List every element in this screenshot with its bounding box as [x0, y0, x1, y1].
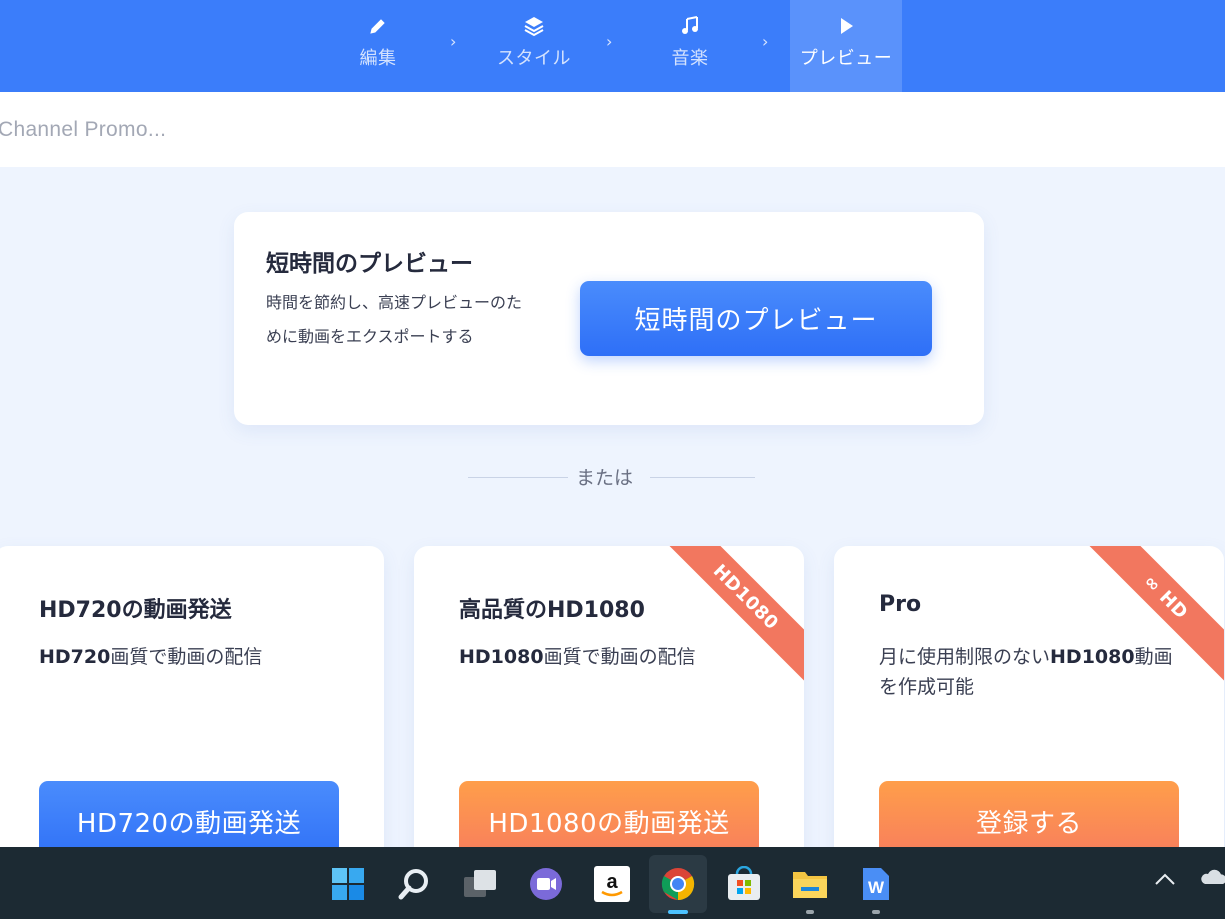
short-preview-description: 時間を節約し、高速プレビューのために動画をエクスポートする [266, 293, 523, 346]
microsoft-store-icon[interactable] [715, 855, 773, 913]
chevron-right-icon: › [762, 32, 769, 51]
chevron-up-icon[interactable] [1154, 867, 1176, 892]
project-title[interactable]: Channel Promo... [0, 118, 166, 142]
task-view-icon[interactable] [451, 855, 509, 913]
plan-title: HD720の動画発送 [39, 598, 232, 623]
plan-description: HD1080画質で動画の配信 [459, 646, 696, 668]
music-note-icon [679, 14, 701, 38]
step-label: スタイル [497, 48, 571, 69]
windows-start-icon[interactable] [319, 855, 377, 913]
step-label: 音楽 [671, 48, 709, 69]
short-preview-card: 短時間のプレビュー 時間を節約し、高速プレビューのために動画をエクスポートする … [234, 212, 984, 425]
chevron-right-icon: › [450, 32, 457, 51]
divider-line-right [650, 477, 755, 478]
step-edit[interactable]: 編集 [322, 0, 434, 92]
windows-taskbar: a W [0, 847, 1225, 919]
search-icon[interactable] [385, 855, 443, 913]
active-indicator [668, 910, 688, 914]
running-indicator [806, 910, 814, 914]
plan-title: Pro [879, 592, 922, 617]
layers-icon [523, 14, 545, 38]
or-divider-text: または [576, 467, 634, 489]
amazon-icon[interactable]: a [583, 855, 641, 913]
step-label: プレビュー [799, 48, 893, 69]
step-style[interactable]: スタイル [478, 0, 590, 92]
word-icon[interactable]: W [847, 855, 905, 914]
plan-card-pro: ∞ HD Pro 月に使用制限のないHD1080動画を作成可能 登録する [834, 546, 1224, 866]
teams-chat-icon[interactable] [517, 855, 575, 913]
step-music[interactable]: 音楽 [634, 0, 746, 92]
divider-line-left [468, 477, 568, 478]
step-preview[interactable]: プレビュー [790, 0, 902, 92]
step-label: 編集 [359, 48, 397, 69]
plan-card-hd720: HD720の動画発送 HD720画質で動画の配信 HD720の動画発送 [0, 546, 384, 866]
onedrive-cloud-icon[interactable] [1199, 867, 1225, 892]
chevron-right-icon: › [606, 32, 613, 51]
svg-text:a: a [606, 871, 618, 893]
short-preview-button[interactable]: 短時間のプレビュー [580, 281, 932, 356]
play-icon [836, 14, 856, 38]
plan-title: 高品質のHD1080 [459, 598, 645, 623]
short-preview-title: 短時間のプレビュー [266, 251, 473, 277]
step-navigation-bar: 編集 › スタイル › 音楽 › プレビュー [0, 0, 1225, 92]
pencil-icon [368, 14, 388, 38]
plan-description: HD720画質で動画の配信 [39, 646, 263, 668]
running-indicator [872, 910, 880, 914]
chrome-icon[interactable] [649, 855, 707, 914]
plan-description: 月に使用制限のないHD1080動画を作成可能 [879, 646, 1173, 698]
project-title-bar: Channel Promo... [0, 92, 1225, 167]
file-explorer-icon[interactable] [781, 855, 839, 914]
svg-text:W: W [868, 878, 885, 897]
plan-card-hd1080: HD1080 高品質のHD1080 HD1080画質で動画の配信 HD1080の… [414, 546, 804, 866]
